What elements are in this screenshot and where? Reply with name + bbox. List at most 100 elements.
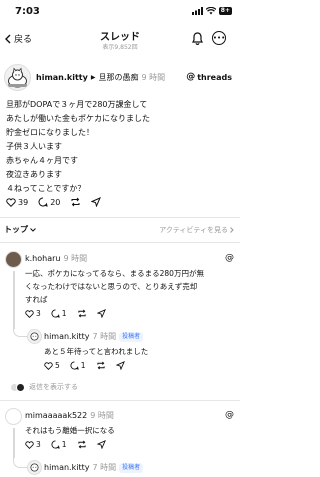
play-arrow-icon: ▶ xyxy=(90,74,96,81)
like-count: 3 xyxy=(36,309,41,318)
sub-reply-username[interactable]: himan.kitty xyxy=(44,332,89,341)
post-meta: himan.kitty ▶ 旦那の愚痴 9 時間 xyxy=(36,72,165,83)
chevron-down-icon xyxy=(30,227,36,232)
battery-icon: 8+ xyxy=(218,7,232,15)
post-line: あたしが働いた金もポケカになりました xyxy=(6,114,150,123)
view-count: 表示9,852回 xyxy=(102,44,138,51)
sub-reply-actions: 5 1 xyxy=(44,361,125,370)
ellipsis-icon: ••• xyxy=(212,33,226,42)
avatar[interactable] xyxy=(5,251,22,268)
post-topic[interactable]: 旦那の愚痴 xyxy=(98,72,138,83)
like-button[interactable]: 39 xyxy=(6,198,28,207)
threads-icon: @ xyxy=(225,253,234,263)
avatar[interactable] xyxy=(5,408,22,425)
post-line: 旦那がDOPAで３ヶ月で280万課金して xyxy=(6,100,148,109)
sub-reply-time: 7 時間 xyxy=(92,332,117,341)
reply-username[interactable]: mimaaaaak522 xyxy=(25,411,87,420)
share-icon[interactable] xyxy=(96,309,106,318)
reply-line: 一応、ポケカになってるなら、まるまる280万円が無 xyxy=(25,269,204,278)
reply-item: mimaaaaak522 9 時間 @ それはもう離婚一択になる 3 1 him… xyxy=(0,408,240,477)
signal-icon xyxy=(191,7,203,15)
comment-button[interactable]: 20 xyxy=(38,197,60,207)
like-button[interactable]: 3 xyxy=(25,309,41,318)
comment-icon xyxy=(38,197,48,207)
cat-avatar-icon xyxy=(30,463,39,472)
post-line: 貯金ゼロになりました！ xyxy=(6,128,94,137)
bell-icon[interactable] xyxy=(192,32,203,45)
sub-reply-meta: himan.kitty 7 時間 投稿者 xyxy=(44,331,144,342)
comment-count: 1 xyxy=(61,440,67,449)
post-time: 9 時間 xyxy=(141,73,166,82)
chevron-right-icon xyxy=(230,227,234,233)
post-line: ４ねってことですか？ xyxy=(6,184,86,193)
comment-icon xyxy=(70,361,79,370)
reply-time: 9 時間 xyxy=(63,254,88,263)
mini-avatars xyxy=(10,382,25,392)
wifi-icon xyxy=(205,7,216,15)
comment-icon xyxy=(51,309,60,318)
threads-icon: @ xyxy=(225,410,234,420)
sub-reply-body: あと５年待ってと言われました xyxy=(44,347,149,356)
repost-icon[interactable] xyxy=(70,197,81,207)
cat-avatar-icon xyxy=(30,332,39,341)
thread-curve xyxy=(13,323,27,337)
divider xyxy=(0,217,240,218)
sub-reply-username[interactable]: himan.kitty xyxy=(44,463,89,472)
comment-count: 1 xyxy=(61,309,67,318)
divider xyxy=(0,242,240,243)
reply-body: 一応、ポケカになってるなら、まるまる280万円が無 くなったわけではないと思うの… xyxy=(25,267,235,306)
like-button[interactable]: 3 xyxy=(25,440,41,449)
repost-icon[interactable] xyxy=(77,440,87,449)
threads-brand-label: threads xyxy=(197,72,232,82)
thread-line xyxy=(13,271,15,329)
like-count: 39 xyxy=(18,197,29,207)
like-button[interactable]: 5 xyxy=(44,361,60,370)
sort-bar: トップ アクティビティを見る xyxy=(0,224,240,238)
sub-reply-meta: himan.kitty 7 時間 投稿者 xyxy=(44,462,144,473)
avatar[interactable] xyxy=(4,64,31,91)
avatar[interactable] xyxy=(27,460,42,475)
reply-body: それはもう離婚一択になる xyxy=(25,424,235,437)
post-line: 赤ちゃん４ヶ月です xyxy=(6,156,78,165)
reply-line: それはもう離婚一択になる xyxy=(25,426,115,435)
reply-time: 9 時間 xyxy=(90,411,114,420)
reply-actions: 3 1 xyxy=(25,309,106,318)
page-title: スレッド xyxy=(100,32,140,43)
comment-button[interactable]: 1 xyxy=(70,361,86,370)
post-line: 夜泣きあります xyxy=(6,170,62,179)
share-icon[interactable] xyxy=(91,197,102,207)
show-replies-link[interactable]: 返信を表示する xyxy=(10,382,78,392)
reply-line: すれば xyxy=(25,295,48,304)
activity-link[interactable]: アクティビティを見る xyxy=(159,225,234,235)
post-line: 子供３人います xyxy=(6,142,62,151)
reply-actions: 3 1 xyxy=(25,440,106,449)
post-username[interactable]: himan.kitty xyxy=(36,73,88,82)
sort-dropdown[interactable]: トップ xyxy=(4,224,36,235)
reply-meta: mimaaaaak522 9 時間 xyxy=(25,410,114,421)
post-body: 旦那がDOPAで３ヶ月で280万課金して あたしが働いた金もポケカになりました … xyxy=(6,98,236,196)
heart-icon xyxy=(6,197,16,207)
activity-label: アクティビティを見る xyxy=(159,226,228,234)
comment-button[interactable]: 1 xyxy=(51,440,67,449)
nav-bar: 戻る スレッド 表示9,852回 ••• xyxy=(0,22,240,54)
status-bar: 7:03 8+ xyxy=(0,0,240,22)
reply-username[interactable]: k.hoharu xyxy=(25,254,60,263)
avatar[interactable] xyxy=(27,329,42,344)
share-icon[interactable] xyxy=(115,361,125,370)
show-replies-label: 返信を表示する xyxy=(29,383,78,391)
cat-avatar-icon xyxy=(8,67,27,88)
share-icon[interactable] xyxy=(96,440,106,449)
comment-button[interactable]: 1 xyxy=(51,309,67,318)
threads-icon: @ xyxy=(186,72,196,82)
divider xyxy=(0,400,240,401)
like-count: 3 xyxy=(36,440,41,449)
comment-count: 20 xyxy=(50,197,61,207)
reply-item: k.hoharu 9 時間 @ 一応、ポケカになってるなら、まるまる280万円が… xyxy=(0,251,240,392)
sort-label: トップ xyxy=(4,225,28,234)
repost-icon[interactable] xyxy=(96,361,106,370)
heart-icon xyxy=(25,440,34,449)
more-options-button[interactable]: ••• xyxy=(212,31,226,45)
repost-icon[interactable] xyxy=(77,309,87,318)
like-count: 5 xyxy=(55,361,60,370)
comment-count: 1 xyxy=(80,361,86,370)
